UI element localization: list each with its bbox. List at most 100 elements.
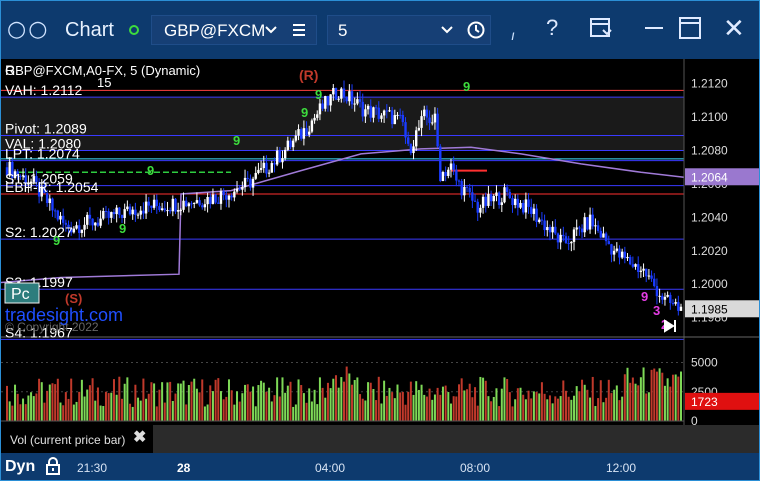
volume-study-label[interactable]: Vol (current price bar) <box>10 433 125 447</box>
interval-value[interactable]: 5 <box>338 21 347 41</box>
volume-bar <box>674 374 677 421</box>
candle-body <box>463 186 466 196</box>
chevron-down-icon[interactable] <box>440 20 454 43</box>
candle-body <box>554 226 557 234</box>
candle-body <box>184 200 188 207</box>
candle-body <box>243 177 247 188</box>
volume-bar <box>425 396 428 421</box>
volume-bar <box>292 406 295 421</box>
candle-body <box>460 181 463 196</box>
volume-bar <box>449 403 452 421</box>
connection-status-icon <box>129 25 139 35</box>
template-icon[interactable] <box>589 16 613 40</box>
symbol-selector[interactable]: GBP@FXCM <box>151 15 317 45</box>
time-label: 21:30 <box>77 461 108 475</box>
volume-bar <box>535 391 538 421</box>
symbol-value[interactable]: GBP@FXCM <box>164 21 265 41</box>
volume-bar <box>621 396 624 421</box>
volume-bar <box>324 397 327 421</box>
candle-body <box>487 194 490 206</box>
volume-bar <box>642 367 645 421</box>
pc-badge-label: Pc <box>11 286 30 303</box>
volume-study-tab[interactable]: Vol (current price bar) ✖ <box>1 425 153 453</box>
volume-bar <box>147 393 150 421</box>
volume-bar <box>96 387 99 421</box>
link-group-icon[interactable]: ○○ <box>7 17 49 42</box>
candle-body <box>195 200 199 203</box>
volume-bar <box>613 389 616 421</box>
candle-body <box>516 198 520 208</box>
volume-bar <box>24 404 27 421</box>
volume-bar <box>193 378 196 421</box>
chevron-down-icon[interactable] <box>264 20 278 43</box>
volume-bar <box>145 398 148 421</box>
volume-bar <box>112 379 115 421</box>
volume-bar <box>107 393 110 421</box>
volume-bar <box>506 379 509 421</box>
candle-body <box>481 196 485 208</box>
time-axis[interactable]: Dyn 21:30 28 04:00 08:00 12:00 <box>1 453 759 480</box>
volume-bar <box>222 399 225 421</box>
volume-bar <box>104 391 107 421</box>
volume-bar <box>177 383 180 421</box>
minimize-icon[interactable] <box>643 15 665 39</box>
volume-bar <box>150 382 153 421</box>
price-tick-label: 1.2000 <box>691 277 728 291</box>
close-study-icon[interactable]: ✖ <box>133 427 146 447</box>
volume-bar <box>586 389 589 421</box>
candle-body <box>270 163 273 173</box>
interval-selector[interactable]: 5 <box>327 15 491 45</box>
volume-bar <box>32 396 35 421</box>
candle-body <box>439 146 442 182</box>
candle-body <box>615 248 619 251</box>
candle-body <box>642 268 645 271</box>
candle-body <box>238 188 241 190</box>
candle-body <box>653 278 656 287</box>
volume-bar <box>439 394 442 421</box>
symbol-list-icon[interactable] <box>292 20 306 45</box>
volume-bar <box>27 395 30 421</box>
candle-body <box>423 109 426 117</box>
candle-body <box>388 110 391 112</box>
volume-bar <box>198 392 201 421</box>
candle-body <box>112 212 116 215</box>
candle-body <box>396 114 399 116</box>
candle-body <box>142 210 145 214</box>
close-icon[interactable]: ✕ <box>723 13 745 44</box>
candle-body <box>479 207 482 213</box>
candle-body <box>406 137 410 144</box>
clock-icon[interactable] <box>466 19 486 46</box>
candle-body <box>249 178 252 188</box>
candle-body <box>417 127 421 131</box>
candle-body <box>102 211 105 219</box>
volume-bar <box>556 398 559 421</box>
volume-bar <box>404 404 407 421</box>
maximize-icon[interactable] <box>679 17 701 39</box>
volume-bar <box>637 385 640 421</box>
candle-body <box>286 140 290 150</box>
price-chart[interactable]: 9999999932 1.21201.21001.20801.20601.204… <box>1 59 759 425</box>
volume-value-label: 1723 <box>691 395 718 409</box>
lock-icon[interactable] <box>45 457 61 475</box>
volume-bar <box>492 396 495 421</box>
drawing-tool-icon[interactable]: ı <box>511 27 515 43</box>
candle-body <box>562 234 565 237</box>
volume-bar <box>236 391 239 421</box>
candle-body <box>530 206 533 214</box>
volume-bar <box>455 396 458 421</box>
volume-bar <box>86 389 89 421</box>
volume-bar <box>466 389 469 421</box>
volume-bar <box>388 387 391 421</box>
volume-bar <box>653 368 656 421</box>
volume-bar <box>343 381 345 421</box>
volume-bar <box>503 377 506 421</box>
candle-body <box>358 99 362 102</box>
volume-bar <box>99 405 102 421</box>
dynamic-mode-label[interactable]: Dyn <box>5 458 35 476</box>
help-icon[interactable]: ? <box>546 15 558 41</box>
candle-body <box>661 295 664 300</box>
candle-body <box>246 177 249 179</box>
candle-body <box>385 110 388 112</box>
candle-body <box>674 302 677 304</box>
volume-bar <box>500 388 503 421</box>
